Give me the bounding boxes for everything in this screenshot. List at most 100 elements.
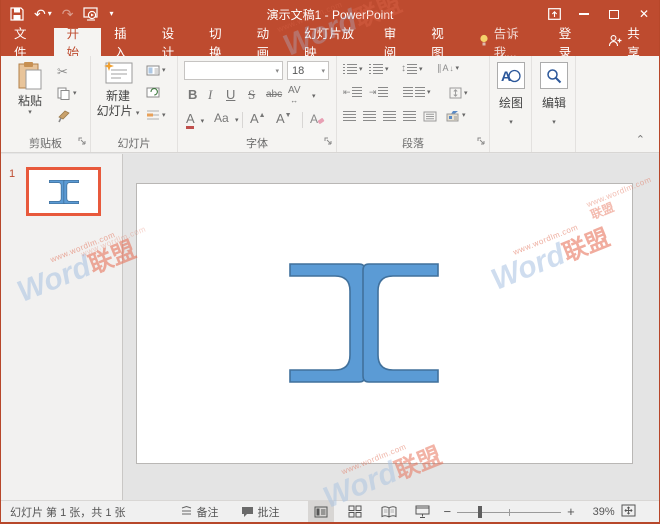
sign-in-button[interactable]: 登录 [546,28,593,56]
zoom-out-button[interactable]: − [444,504,452,519]
align-right-button[interactable] [383,111,396,121]
customize-qat-button[interactable]: ▾ [109,10,113,18]
quick-access-toolbar: ↶▾ ↷ ▾ [1,7,114,21]
distribute-button[interactable] [423,111,437,122]
increase-font-size-button[interactable]: A▲ [250,112,266,125]
decrease-font-size-button[interactable]: A▼ [276,112,292,125]
paste-button[interactable]: 粘贴 ▾ [9,61,51,118]
section-button[interactable]: ▾ [146,109,166,121]
tab-insert[interactable]: 插入 [101,28,148,56]
align-left-button[interactable] [343,111,356,121]
share-button[interactable]: 共享 [595,28,659,56]
bullets-button[interactable]: ▾ [343,64,363,74]
reading-view-button[interactable] [376,501,402,522]
font-dialog-launcher[interactable] [324,135,333,149]
copy-button[interactable]: ▾ [57,87,77,100]
line-spacing-button[interactable]: ↕▾ [401,64,423,74]
tab-tell-me[interactable]: 告诉我... [466,28,546,56]
increase-indent-button[interactable]: ⇥ [369,87,388,97]
zoom-controls: − + 39% [444,504,644,520]
cut-button[interactable]: ✂ [57,65,68,78]
strikethrough-button[interactable]: S [248,88,255,101]
clear-formatting-button[interactable]: A [310,112,325,128]
drawing-button[interactable]: A [497,62,525,89]
editing-dropdown-arrow[interactable]: ▾ [532,119,576,128]
underline-button[interactable]: U [226,88,235,101]
undo-button[interactable]: ↶▾ [34,7,52,21]
bold-button[interactable]: B [188,88,197,101]
find-icon [546,68,562,84]
normal-view-button[interactable] [308,501,334,522]
slide-number: 1 [9,168,15,180]
tab-home[interactable]: 开始 [54,28,101,56]
align-text-button[interactable]: ▾ [449,87,468,99]
character-spacing-arrow[interactable]: ▾ [312,92,316,100]
change-case-button[interactable]: Aa ▾ [214,112,239,124]
share-person-icon [608,34,622,50]
slide-thumbnail[interactable] [26,167,101,216]
maximize-button[interactable] [599,0,629,28]
drawing-dropdown-arrow[interactable]: ▾ [490,119,532,128]
workspace: 1 [1,154,659,502]
text-direction-button[interactable]: ∥A↓▾ [437,64,459,73]
editing-button-label: 编辑 [532,96,576,111]
font-color-button[interactable]: A ▾ [186,112,204,125]
slide-layout-button[interactable]: ▾ [146,65,166,76]
ribbon-tab-row: 文件 开始 插入 设计 切换 动画 幻灯片放映 审阅 视图 告诉我... 登录 … [1,28,659,56]
paragraph-dialog-launcher[interactable] [477,135,486,149]
view-switcher [308,501,436,522]
tab-transitions[interactable]: 切换 [196,28,243,56]
clipboard-dialog-launcher[interactable] [78,135,87,149]
font-name-combobox[interactable]: ▾ [184,61,283,80]
ribbon: 粘贴 ▾ ✂ ▾ 剪贴板 新建 幻灯片 ▾ ▾ [1,56,659,153]
paste-dropdown-arrow[interactable]: ▾ [9,109,51,118]
paragraph-group-label: 段落 [337,135,489,151]
tab-slideshow[interactable]: 幻灯片放映 [291,28,371,56]
zoom-slider[interactable] [457,506,561,518]
font-size-combobox[interactable]: 18 ▾ [287,61,329,80]
comments-icon [241,506,254,518]
drawing-button-label: 绘图 [490,96,532,111]
numbering-button[interactable]: ▾ [369,64,389,74]
slideshow-view-button[interactable] [410,501,436,522]
redo-button[interactable]: ↷ [62,7,74,21]
format-painter-button[interactable] [57,110,70,123]
collapse-ribbon-button[interactable]: ⌃ [636,133,645,146]
columns-button[interactable]: ▾ [403,87,431,97]
decrease-indent-button[interactable]: ⇤ [343,87,362,97]
thumbnail-shape-icon [49,180,79,204]
slide-sorter-view-button[interactable] [342,501,368,522]
align-center-button[interactable] [363,111,376,121]
convert-smartart-button[interactable]: ▾ [445,109,466,122]
italic-button[interactable]: I [208,88,212,101]
notes-button[interactable]: 备注 [174,501,225,522]
zoom-slider-thumb[interactable] [478,506,482,518]
character-spacing-button[interactable]: AV↔ [288,86,301,106]
new-slide-button[interactable]: 新建 幻灯片 ▾ [94,61,142,119]
editing-button[interactable] [540,62,568,89]
tab-animations[interactable]: 动画 [244,28,291,56]
tab-design[interactable]: 设计 [149,28,196,56]
zoom-in-button[interactable]: + [567,504,575,519]
comments-button[interactable]: 批注 [235,501,286,522]
slide-thumbnail-panel: 1 [1,154,123,502]
text-shadow-button[interactable]: abc [266,90,282,100]
start-slideshow-icon[interactable] [83,7,99,21]
justify-button[interactable] [403,111,416,121]
drawing-icon: A [501,67,521,84]
zoom-percentage[interactable]: 39% [581,506,615,518]
fit-to-window-button[interactable] [621,504,636,520]
tab-file[interactable]: 文件 [1,28,48,56]
font-group-label: 字体 [178,135,336,151]
group-drawing: A 绘图 ▾ [490,56,532,152]
new-slide-icon [103,61,133,85]
tab-view[interactable]: 视图 [418,28,465,56]
paste-clipboard-icon [18,61,43,90]
save-icon[interactable] [10,7,24,21]
i-beam-shape[interactable] [289,263,439,383]
reset-slide-button[interactable] [146,87,160,99]
slide-canvas[interactable] [136,183,633,464]
tab-review[interactable]: 审阅 [371,28,418,56]
slides-group-label: 幻灯片 [91,135,177,151]
slide-indicator[interactable]: 幻灯片 第 1 张，共 1 张 [1,501,132,522]
